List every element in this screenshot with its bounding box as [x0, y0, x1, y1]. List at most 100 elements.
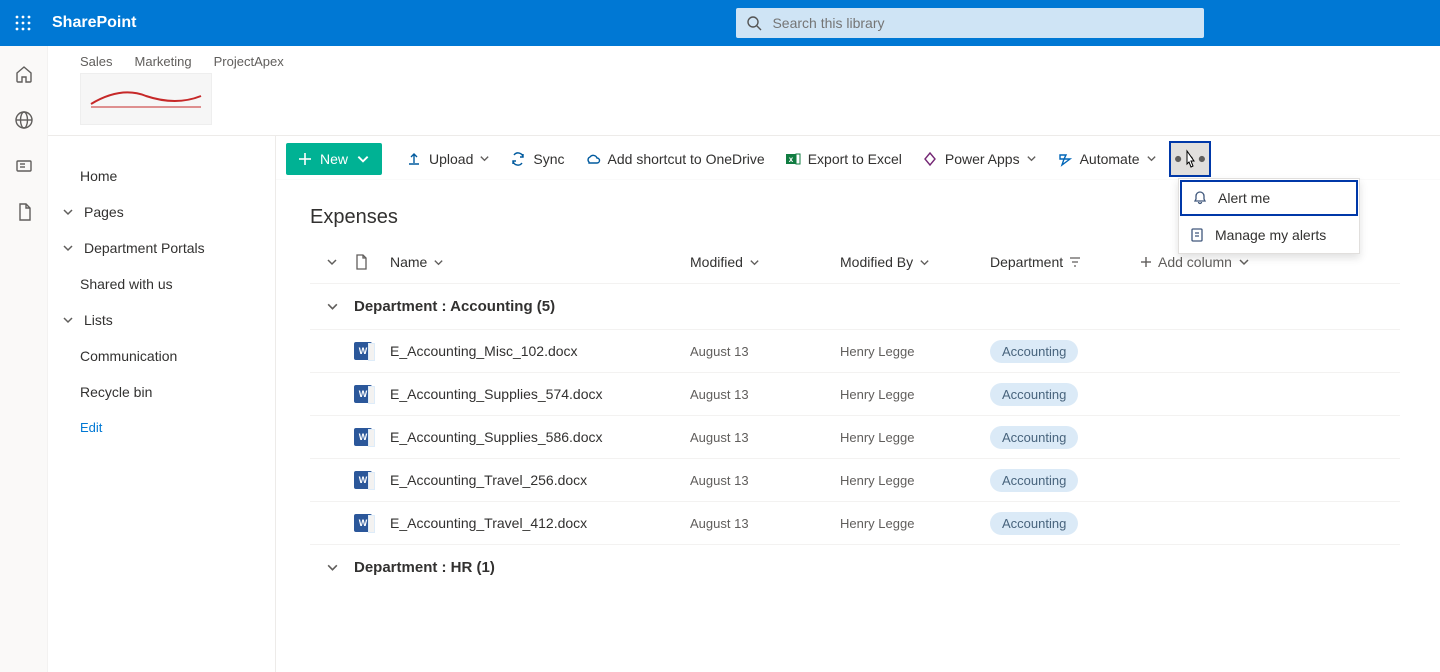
department-pill: Accounting — [990, 340, 1078, 363]
file-name[interactable]: E_Accounting_Travel_412.docx — [390, 515, 690, 531]
department-pill: Accounting — [990, 383, 1078, 406]
chevron-down-icon — [433, 257, 444, 268]
chevron-down-icon — [356, 152, 370, 166]
nav-link-sales[interactable]: Sales — [80, 54, 113, 69]
file-modifiedby: Henry Legge — [840, 344, 990, 359]
nav-link-marketing[interactable]: Marketing — [135, 54, 192, 69]
chevron-down-icon — [749, 257, 760, 268]
group-header-hr[interactable]: Department : HR (1) — [310, 544, 1400, 590]
search-icon — [746, 15, 762, 31]
plus-icon — [298, 152, 312, 166]
file-modifiedby: Henry Legge — [840, 387, 990, 402]
manage-alerts-item[interactable]: Manage my alerts — [1179, 217, 1359, 253]
news-icon[interactable] — [14, 156, 34, 176]
nav-home[interactable]: Home — [48, 158, 275, 194]
name-column-header[interactable]: Name — [390, 254, 690, 270]
chevron-down-icon — [326, 561, 339, 574]
chevron-down-icon — [919, 257, 930, 268]
department-pill: Accounting — [990, 469, 1078, 492]
more-actions-menu: Alert me Manage my alerts — [1178, 178, 1360, 254]
department-column-header[interactable]: Department — [990, 254, 1140, 270]
expand-all-toggle[interactable] — [310, 256, 354, 268]
export-excel-button[interactable]: x Export to Excel — [775, 143, 912, 175]
word-file-icon: W — [354, 471, 390, 489]
cursor-pointer-icon — [1181, 149, 1199, 171]
file-modifiedby: Henry Legge — [840, 516, 990, 531]
file-name[interactable]: E_Accounting_Supplies_586.docx — [390, 429, 690, 445]
left-nav: Home Pages Department Portals Shared wit… — [48, 136, 276, 672]
file-name[interactable]: E_Accounting_Misc_102.docx — [390, 343, 690, 359]
svg-text:x: x — [788, 155, 793, 164]
site-logo[interactable] — [80, 73, 212, 125]
chevron-down-icon — [62, 242, 74, 254]
file-modified: August 13 — [690, 473, 840, 488]
upload-icon — [406, 151, 422, 167]
alert-me-item[interactable]: Alert me — [1180, 180, 1358, 216]
chevron-down-icon — [326, 300, 339, 313]
file-modified: August 13 — [690, 344, 840, 359]
add-shortcut-button[interactable]: Add shortcut to OneDrive — [575, 143, 775, 175]
group-header-accounting[interactable]: Department : Accounting (5) — [310, 283, 1400, 329]
file-grid: Name Modified Modified By Department Add… — [276, 241, 1440, 590]
table-row[interactable]: W E_Accounting_Travel_412.docx August 13… — [310, 501, 1400, 544]
table-row[interactable]: W E_Accounting_Supplies_586.docx August … — [310, 415, 1400, 458]
nav-link-projectapex[interactable]: ProjectApex — [214, 54, 284, 69]
chevron-down-icon — [479, 153, 490, 164]
automate-icon — [1057, 151, 1073, 167]
filter-icon — [1069, 256, 1081, 268]
nav-edit-link[interactable]: Edit — [48, 410, 275, 445]
top-nav: Sales Marketing ProjectApex — [80, 54, 1440, 69]
word-file-icon: W — [354, 514, 390, 532]
file-name[interactable]: E_Accounting_Travel_256.docx — [390, 472, 690, 488]
brand-label[interactable]: SharePoint — [52, 14, 136, 32]
file-icon[interactable] — [14, 202, 34, 222]
more-actions-button[interactable] — [1169, 141, 1211, 177]
modified-column-header[interactable]: Modified — [690, 254, 840, 270]
nav-shared-with-us[interactable]: Shared with us — [48, 266, 275, 302]
manage-alerts-icon — [1189, 227, 1205, 243]
search-box[interactable] — [736, 8, 1204, 38]
file-modified: August 13 — [690, 430, 840, 445]
nav-recycle-bin[interactable]: Recycle bin — [48, 374, 275, 410]
file-modifiedby: Henry Legge — [840, 473, 990, 488]
chevron-down-icon — [1146, 153, 1157, 164]
command-bar: New Upload Sync Add shortcut to O — [276, 138, 1440, 180]
automate-button[interactable]: Automate — [1047, 143, 1167, 175]
modifiedby-column-header[interactable]: Modified By — [840, 254, 990, 270]
file-name[interactable]: E_Accounting_Supplies_574.docx — [390, 386, 690, 402]
sync-icon — [510, 151, 526, 167]
excel-icon: x — [785, 151, 801, 167]
top-bar: SharePoint — [0, 0, 1440, 46]
powerapps-icon — [922, 151, 938, 167]
onedrive-icon — [585, 151, 601, 167]
search-input[interactable] — [772, 15, 1194, 31]
table-row[interactable]: W E_Accounting_Misc_102.docx August 13 H… — [310, 329, 1400, 372]
home-icon[interactable] — [14, 64, 34, 84]
file-modified: August 13 — [690, 387, 840, 402]
word-file-icon: W — [354, 342, 390, 360]
plus-icon — [1140, 256, 1152, 268]
globe-icon[interactable] — [14, 110, 34, 130]
chevron-down-icon — [62, 314, 74, 326]
nav-communication[interactable]: Communication — [48, 338, 275, 374]
site-header: Sales Marketing ProjectApex — [48, 46, 1440, 136]
nav-department-portals[interactable]: Department Portals — [48, 230, 275, 266]
main-area: New Upload Sync Add shortcut to O — [276, 136, 1440, 672]
upload-button[interactable]: Upload — [396, 143, 500, 175]
sync-button[interactable]: Sync — [500, 143, 574, 175]
nav-lists[interactable]: Lists — [48, 302, 275, 338]
word-file-icon: W — [354, 428, 390, 446]
powerapps-button[interactable]: Power Apps — [912, 143, 1047, 175]
department-pill: Accounting — [990, 512, 1078, 535]
app-rail — [0, 46, 48, 672]
table-row[interactable]: W E_Accounting_Supplies_574.docx August … — [310, 372, 1400, 415]
chevron-down-icon — [62, 206, 74, 218]
type-column-icon[interactable] — [354, 254, 390, 270]
word-file-icon: W — [354, 385, 390, 403]
nav-pages[interactable]: Pages — [48, 194, 275, 230]
table-row[interactable]: W E_Accounting_Travel_256.docx August 13… — [310, 458, 1400, 501]
new-button[interactable]: New — [286, 143, 382, 175]
add-column-button[interactable]: Add column — [1140, 254, 1250, 270]
app-launcher-icon[interactable] — [8, 8, 38, 38]
bell-icon — [1192, 190, 1208, 206]
